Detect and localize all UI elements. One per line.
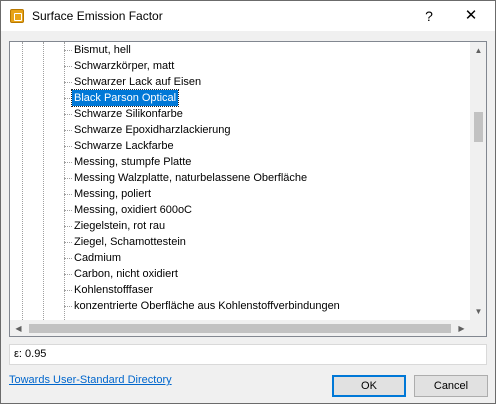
- scroll-right-icon[interactable]: ▶: [453, 320, 470, 336]
- tree-item-label: Schwarze Epoxidharzlackierung: [74, 124, 231, 136]
- scrollbar-corner: [470, 320, 486, 336]
- tree-connector: [64, 194, 72, 195]
- tree-item-label: Kohlenstofffaser: [74, 284, 154, 296]
- tree-connector: [64, 114, 72, 115]
- tree-connector: [64, 146, 72, 147]
- scroll-left-icon[interactable]: ◀: [10, 320, 27, 336]
- app-icon: [10, 9, 24, 23]
- ok-button[interactable]: OK: [332, 375, 406, 397]
- tree-item-label: Ziegel, Schamottestein: [74, 236, 186, 248]
- tree-item[interactable]: Messing, oxidiert 600oC: [10, 202, 470, 218]
- tree-item[interactable]: Bismut, hell: [10, 42, 470, 58]
- tree-connector: [64, 274, 72, 275]
- tree-connector: [64, 98, 72, 99]
- tree-item[interactable]: Schwarze Lackfarbe: [10, 138, 470, 154]
- tree-item[interactable]: Messing Walzplatte, naturbelassene Oberf…: [10, 170, 470, 186]
- tree-connector: [64, 82, 72, 83]
- tree-item[interactable]: Kohlenstofffaser: [10, 282, 470, 298]
- tree-connector: [64, 226, 72, 227]
- tree-connector: [64, 66, 72, 67]
- tree-item[interactable]: konzentrierte Oberfläche aus Kohlenstoff…: [10, 298, 470, 314]
- tree-item[interactable]: Carbon, nicht oxidiert: [10, 266, 470, 282]
- tree-item-label: Black Parson Optical: [70, 89, 180, 107]
- close-button[interactable]: ✕: [447, 1, 495, 31]
- tree-item-label: Bismut, hell: [74, 44, 131, 56]
- scroll-up-icon[interactable]: ▲: [470, 42, 486, 59]
- material-tree[interactable]: Bismut, hell Schwarzkörper, matt Schwarzer…: [9, 41, 487, 337]
- horizontal-scrollbar[interactable]: ◀ ▶: [10, 320, 470, 336]
- scroll-down-icon[interactable]: ▼: [470, 303, 486, 320]
- tree-connector: [64, 290, 72, 291]
- tree-item-label: Cadmium: [74, 252, 122, 264]
- tree-item[interactable]: Messing, stumpfe Platte: [10, 154, 470, 170]
- tree-item-label: Messing, poliert: [74, 188, 152, 200]
- tree-item-label: Schwarze Silikonfarbe: [74, 108, 183, 120]
- tree-item[interactable]: Ziegelstein, rot rau: [10, 218, 470, 234]
- tree-item[interactable]: Schwarzkörper, matt: [10, 58, 470, 74]
- emission-value-field: ε: 0.95: [9, 344, 487, 365]
- tree-connector: [64, 210, 72, 211]
- tree-item[interactable]: Cadmium: [10, 250, 470, 266]
- tree-item-label: Messing, stumpfe Platte: [74, 156, 192, 168]
- tree-connector: [64, 258, 72, 259]
- tree-item-label: Schwarzer Lack auf Eisen: [74, 76, 202, 88]
- horizontal-scroll-thumb[interactable]: [29, 324, 451, 333]
- help-button[interactable]: ?: [411, 1, 447, 31]
- dialog-window: Surface Emission Factor ? ✕ Bismut, hell…: [0, 0, 496, 404]
- tree-item[interactable]: Messing, poliert: [10, 186, 470, 202]
- tree-item-label: konzentrierte Oberfläche aus Kohlenstoff…: [74, 300, 340, 312]
- tree-item[interactable]: Schwarzer Lack auf Eisen: [10, 74, 470, 90]
- title-bar: Surface Emission Factor ? ✕: [1, 1, 495, 31]
- tree-connector: [64, 162, 72, 163]
- window-title: Surface Emission Factor: [32, 9, 163, 23]
- tree-item-label: Schwarze Lackfarbe: [74, 140, 174, 152]
- tree-item-label: Ziegelstein, rot rau: [74, 220, 166, 232]
- tree-connector: [64, 306, 72, 307]
- vertical-scroll-thumb[interactable]: [474, 112, 483, 142]
- tree-item-label: Carbon, nicht oxidiert: [74, 268, 178, 280]
- tree-connector: [64, 242, 72, 243]
- tree-item-label: Schwarzkörper, matt: [74, 60, 175, 72]
- tree-item-label: Messing Walzplatte, naturbelassene Oberf…: [74, 172, 308, 184]
- tree-item[interactable]: Black Parson Optical: [10, 89, 470, 107]
- tree-item-label: Messing, oxidiert 600oC: [74, 204, 193, 216]
- tree-connector: [64, 50, 72, 51]
- tree-connector: [64, 178, 72, 179]
- vertical-scrollbar[interactable]: ▲ ▼: [470, 42, 486, 320]
- user-standard-directory-link[interactable]: Towards User-Standard Directory: [9, 374, 172, 386]
- tree-item[interactable]: Schwarze Silikonfarbe: [10, 106, 470, 122]
- tree-connector: [64, 130, 72, 131]
- tree-item[interactable]: Ziegel, Schamottestein: [10, 234, 470, 250]
- cancel-button[interactable]: Cancel: [414, 375, 488, 397]
- tree-item[interactable]: Schwarze Epoxidharzlackierung: [10, 122, 470, 138]
- tree-content: Bismut, hell Schwarzkörper, matt Schwarzer…: [10, 42, 470, 320]
